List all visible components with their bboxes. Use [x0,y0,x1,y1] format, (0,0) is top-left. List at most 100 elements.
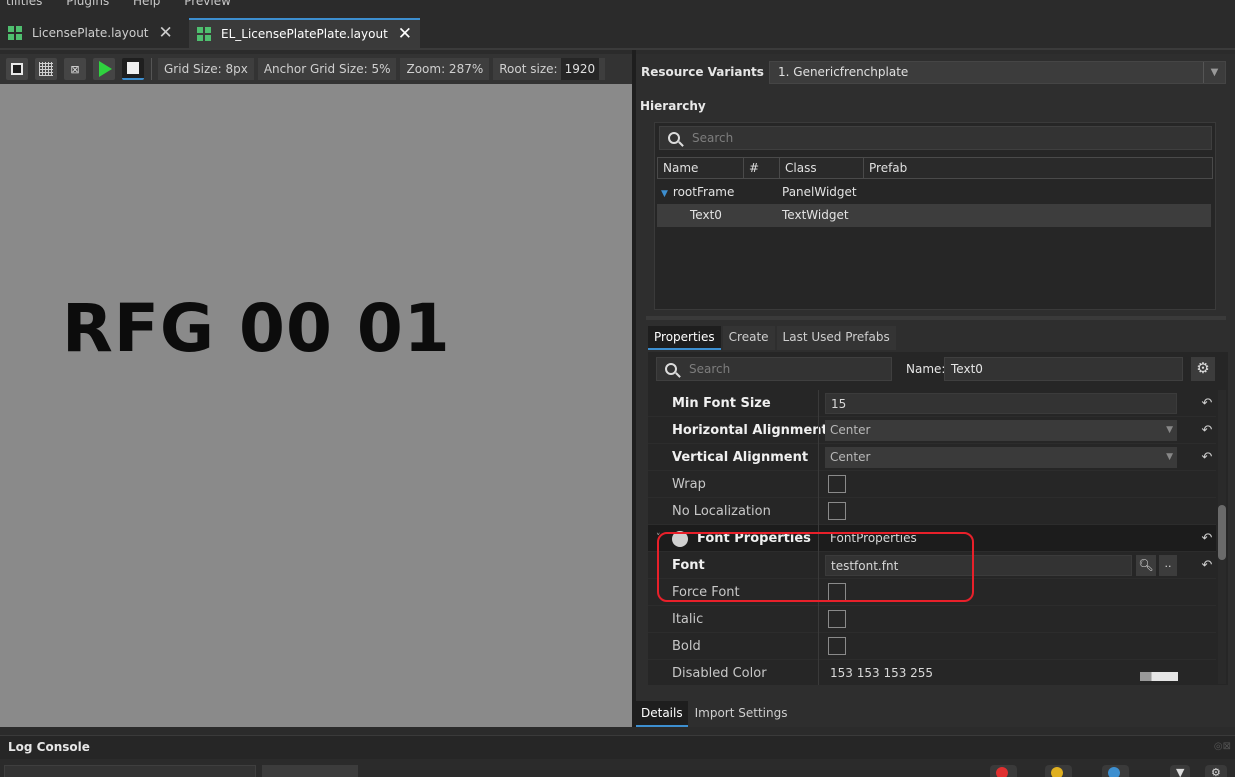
property-label: Font [672,558,705,573]
chevron-down-icon: ▼ [1166,452,1173,462]
force-font-checkbox[interactable] [828,583,846,601]
clear-console-button[interactable] [262,765,358,777]
close-icon[interactable]: ✕ [398,24,412,44]
property-label: No Localization [672,504,771,519]
grid-toggle-button[interactable] [35,58,57,80]
tree-row-rootframe[interactable]: ▼ rootFrame PanelWidget [657,181,1211,204]
reset-icon[interactable]: ↶ [1198,552,1216,579]
property-label: Min Font Size [672,396,771,411]
grid-size-button[interactable]: Grid Size: 8px [158,58,254,80]
column-prefab[interactable]: Prefab [864,158,1212,178]
root-size-control: Root size: 1920 [493,58,606,80]
info-count-badge[interactable] [1102,765,1129,777]
log-settings-button[interactable]: ⚙ [1205,765,1227,777]
wrap-checkbox[interactable] [828,475,846,493]
bold-checkbox[interactable] [828,637,846,655]
reset-icon[interactable]: ↶ [1198,390,1216,417]
property-label: Wrap [672,477,706,492]
root-size-label: Root size: [499,62,558,76]
menu-item-help[interactable]: Help [133,0,160,8]
reset-icon[interactable]: ↶ [1198,444,1216,471]
scrollbar-thumb[interactable] [1218,505,1226,560]
expand-arrow-icon[interactable]: ▼ [661,189,668,199]
column-divider [818,390,819,417]
column-count[interactable]: # [744,158,780,178]
frame-toggle-button[interactable] [6,58,28,80]
column-class[interactable]: Class [780,158,864,178]
editor-toolbar: ⊠ Grid Size: 8px Anchor Grid Size: 5% Zo… [0,54,632,84]
chevron-down-icon[interactable]: ˅ [656,525,661,552]
error-count-badge[interactable] [990,765,1017,777]
column-divider [818,606,819,633]
property-list: Min Font Size 15 ↶ Horizontal Alignment … [648,390,1216,685]
tab-last-used-prefabs[interactable]: Last Used Prefabs [776,326,896,350]
stop-button[interactable] [122,58,144,80]
menu-item-plugins[interactable]: Plugins [66,0,109,8]
tab-label: LicensePlate.layout [32,26,149,40]
details-tab-bar: Details Import Settings [636,701,794,727]
license-plate-text[interactable]: RFG 00 01 [62,289,451,369]
warning-count-badge[interactable] [1045,765,1072,777]
hierarchy-splitter[interactable] [646,316,1226,320]
menu-item-preview[interactable]: Preview [184,0,231,8]
property-row-font-properties[interactable]: ˅ Font Properties FontProperties ↶ [648,525,1216,552]
hierarchy-search-input[interactable]: Search [659,126,1212,150]
font-file-input[interactable]: testfont.fnt [825,555,1132,576]
play-icon [99,61,112,77]
root-size-input[interactable]: 1920 [560,58,600,80]
tab-import-settings[interactable]: Import Settings [690,701,793,727]
browse-font-button[interactable]: 🔍︎ [1136,555,1156,576]
log-console-header: Log Console ◎⊠ [0,735,1235,759]
font-properties-value: FontProperties [830,531,917,545]
select-value: Center [830,423,871,437]
resource-variants-label: Resource Variants (1) [641,65,788,79]
hierarchy-title: Hierarchy [640,99,706,113]
properties-scrollbar[interactable] [1218,390,1226,684]
tree-row-text0[interactable]: Text0 TextWidget [657,204,1211,227]
italic-checkbox[interactable] [828,610,846,628]
name-field[interactable]: Text0 [944,357,1183,381]
vertical-alignment-select[interactable]: Center ▼ [825,447,1177,468]
frame-icon [11,63,23,75]
reset-icon[interactable]: ↶ [1198,525,1216,552]
property-label: Bold [672,639,701,654]
search-icon: 🔍︎ [1138,558,1154,572]
tab-create[interactable]: Create [722,326,775,350]
property-row-force-font: Force Font [648,579,1216,606]
filter-button[interactable]: ▼ [1170,765,1191,777]
tab-properties[interactable]: Properties [648,326,721,350]
play-button[interactable] [93,58,115,80]
tree-row-label: Text0 [690,208,722,222]
menu-item-utilities[interactable]: tilities [6,0,42,8]
search-placeholder: Search [689,362,731,376]
property-row-no-localization: No Localization [648,498,1216,525]
horizontal-alignment-select[interactable]: Center ▼ [825,420,1177,441]
tab-licenseplate-layout[interactable]: LicensePlate.layout ✕ [0,18,181,48]
circle-icon [672,531,688,547]
column-divider [818,660,819,685]
column-divider [818,633,819,660]
reset-icon[interactable]: ↶ [1198,417,1216,444]
layout-viewport[interactable]: RFG 00 01 [0,84,632,727]
property-label: Horizontal Alignment [672,423,828,438]
properties-search-input[interactable]: Search [656,357,892,381]
close-icon[interactable]: ✕ [159,23,173,43]
tab-el-licenseplateplate-layout[interactable]: EL_LicensePlatePlate.layout ✕ [189,18,421,48]
resource-variants-select[interactable]: 1. Genericfrenchplate ▼ [769,61,1226,84]
no-localization-checkbox[interactable] [828,502,846,520]
zoom-button[interactable]: Zoom: 287% [400,58,490,80]
min-font-size-input[interactable]: 15 [825,393,1177,414]
layout-file-icon [197,27,211,41]
log-console-toolbar: ▼ ⚙ [0,759,1235,777]
anchor-grid-size-button[interactable]: Anchor Grid Size: 5% [257,58,397,80]
log-search-input[interactable] [4,765,256,777]
chevron-down-icon: ▼ [1203,62,1225,83]
column-name[interactable]: Name [658,158,744,178]
tab-details[interactable]: Details [636,701,688,727]
settings-button[interactable]: ⚙ [1191,357,1215,381]
column-divider [818,417,819,444]
window-controls-icon[interactable]: ◎⊠ [1214,741,1231,752]
anchor-toggle-button[interactable]: ⊠ [64,58,86,80]
color-swatch[interactable] [1140,672,1178,681]
more-options-button[interactable]: .. [1159,555,1177,576]
